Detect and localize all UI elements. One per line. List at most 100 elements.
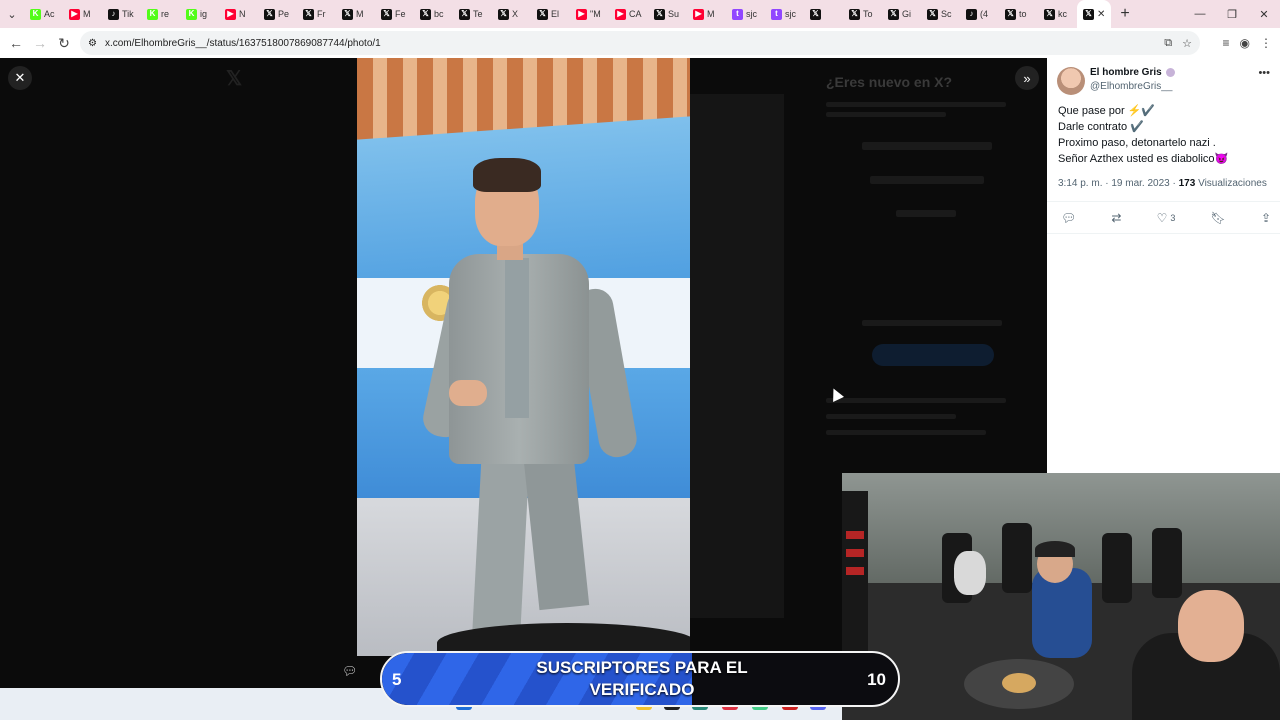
tab-label: ig	[200, 9, 208, 19]
site-info-icon[interactable]: ⚙	[88, 38, 97, 49]
sub-goal-start: 5	[392, 670, 402, 689]
media-control-icon[interactable]: ≡	[1223, 36, 1230, 50]
sub-goal-title: SUSCRIPTORES PARA EL VERIFICADO	[536, 658, 748, 699]
x-icon: 𝕏	[381, 8, 392, 20]
tab-label: Sc	[941, 9, 952, 19]
x-icon: 𝕏	[498, 8, 509, 20]
tweet-line: Darle contrato ✔️	[1058, 121, 1144, 133]
browser-tab[interactable]: 𝕏bc	[414, 0, 453, 28]
bookmark-icon[interactable]: 🔖︎	[1211, 211, 1226, 225]
tweet-line: Proximo paso, detonartelo nazi .	[1058, 137, 1216, 149]
youtube-icon: ▶	[69, 8, 80, 20]
tiktok-icon: ♪	[108, 8, 119, 20]
new-tab-button[interactable]: +	[1111, 5, 1139, 23]
browser-tab[interactable]: 𝕏X	[492, 0, 531, 28]
minimize-button[interactable]: —	[1184, 0, 1216, 28]
tab-label: El	[551, 9, 560, 19]
like-count: 3	[1170, 213, 1176, 223]
browser-tab[interactable]: 𝕏 To	[843, 0, 882, 28]
browser-tab[interactable]: ▶ M	[687, 0, 726, 28]
browser-tab[interactable]: 𝕏 Fr	[297, 0, 336, 28]
browser-tab[interactable]: 𝕏 El	[531, 0, 570, 28]
bookmark-star-icon[interactable]: ☆	[1182, 37, 1192, 50]
install-app-icon[interactable]: ⧉	[1164, 37, 1172, 50]
sub-goal-target: 10	[867, 670, 886, 689]
footer-line	[826, 414, 956, 419]
reload-button[interactable]: ↻	[52, 28, 76, 58]
browser-tab[interactable]: ♪ Tik	[102, 0, 141, 28]
browser-tab[interactable]: 𝕏	[804, 0, 843, 28]
tab-label: Fr	[317, 9, 326, 19]
tab-active[interactable]: 𝕏 ✕	[1077, 0, 1111, 28]
browser-tab[interactable]: 𝕏 Sc	[921, 0, 960, 28]
cam-gaming-chair	[1152, 528, 1182, 598]
close-window-button[interactable]: ✕	[1248, 0, 1280, 28]
retweet-icon[interactable]: ⇄	[1111, 211, 1121, 225]
author-name-row[interactable]: El hombre Gris	[1090, 67, 1175, 78]
verified-badge-icon	[1165, 68, 1175, 77]
comment-icon[interactable]: 💬︎	[342, 664, 357, 678]
author-handle[interactable]: @ElhombreGris__	[1090, 81, 1172, 92]
browser-tab[interactable]: ▶ CA	[609, 0, 648, 28]
signup-text-line	[826, 112, 946, 117]
tab-label: Gi	[902, 9, 911, 19]
browser-tab[interactable]: Kre	[141, 0, 180, 28]
tab-strip: K Ac ▶ M ♪ Tik Kre Kig ▶ N 𝕏 Pe 𝕏 Fr 𝕏 M 𝕏 Fe 𝕏bc 𝕏 Te 𝕏 X 𝕏 El ▶…	[24, 0, 1077, 28]
browser-tab[interactable]: Kig	[180, 0, 219, 28]
avatar[interactable]	[1057, 67, 1085, 95]
tweet-photo[interactable]	[357, 58, 690, 656]
reply-icon[interactable]: 💬︎	[1061, 211, 1076, 225]
footer-line	[826, 430, 986, 435]
x-icon: 𝕏	[1005, 8, 1016, 20]
browser-tab[interactable]: 𝕏kc	[1038, 0, 1077, 28]
tweet-text: Que pase por ⚡✔️ Darle contrato ✔️ Proxi…	[1058, 103, 1272, 167]
youtube-icon: ▶	[225, 8, 236, 20]
close-viewer-button[interactable]: ✕	[8, 66, 32, 90]
login-text-line	[862, 320, 1002, 326]
back-button[interactable]: ←	[4, 28, 28, 58]
kick-icon: K	[30, 8, 41, 20]
tab-label: X	[512, 9, 519, 19]
browser-tab[interactable]: 𝕏 Pe	[258, 0, 297, 28]
tab-search-chevron-icon[interactable]: ⌄	[0, 0, 24, 28]
browser-tab[interactable]: K Ac	[24, 0, 63, 28]
browser-tab[interactable]: ▶ "M	[570, 0, 609, 28]
browser-tab[interactable]: ♪ (4	[960, 0, 999, 28]
browser-tab[interactable]: ▶ M	[63, 0, 102, 28]
address-bar[interactable]: ⚙ x.com/ElhombreGris__/status/1637518007…	[80, 31, 1200, 55]
omnibox-actions: ⧉ ☆	[1164, 31, 1192, 55]
forward-button[interactable]: →	[28, 28, 52, 58]
tweet-line: Señor Azthex usted es diabolico😈	[1058, 153, 1229, 165]
more-options-icon[interactable]: •••	[1258, 67, 1270, 79]
x-icon: 𝕏	[537, 8, 548, 20]
browser-tab[interactable]: ▶ N	[219, 0, 258, 28]
twitch-icon: t	[732, 8, 743, 20]
cam-plush-husky	[954, 551, 986, 595]
signup-heading: ¿Eres nuevo en X?	[826, 74, 953, 90]
share-icon[interactable]: ⇪	[1261, 211, 1271, 225]
youtube-icon: ▶	[693, 8, 704, 20]
browser-tab[interactable]: t sjc	[726, 0, 765, 28]
kick-icon: K	[186, 8, 197, 20]
browser-tab[interactable]: 𝕏 Fe	[375, 0, 414, 28]
browser-toolbar: ← → ↻ ⚙ x.com/ElhombreGris__/status/1637…	[0, 28, 1280, 58]
restore-button[interactable]: ❐	[1216, 0, 1248, 28]
x-logo-icon: 𝕏	[226, 68, 243, 90]
browser-tab[interactable]: 𝕏to	[999, 0, 1038, 28]
cam-gaming-chair	[1102, 533, 1132, 603]
x-icon: 𝕏	[927, 8, 938, 20]
browser-tab[interactable]: t sjc	[765, 0, 804, 28]
like-button[interactable]: ♡ 3	[1157, 211, 1176, 225]
create-account-line	[896, 210, 956, 217]
tweet-time[interactable]: 3:14 p. m. · 19 mar. 2023 ·	[1058, 178, 1179, 189]
browser-tab[interactable]: 𝕏 Su	[648, 0, 687, 28]
expand-panel-button[interactable]: »	[1015, 66, 1039, 90]
browser-tab[interactable]: 𝕏M	[336, 0, 375, 28]
browser-menu-icon[interactable]: ⋮	[1260, 36, 1272, 50]
kick-icon: K	[147, 8, 158, 20]
browser-tab[interactable]: 𝕏 Te	[453, 0, 492, 28]
profile-icon[interactable]: ◉	[1240, 36, 1250, 50]
close-tab-icon[interactable]: ✕	[1097, 9, 1105, 20]
browser-tab[interactable]: 𝕏 Gi	[882, 0, 921, 28]
x-icon: 𝕏	[420, 8, 431, 20]
